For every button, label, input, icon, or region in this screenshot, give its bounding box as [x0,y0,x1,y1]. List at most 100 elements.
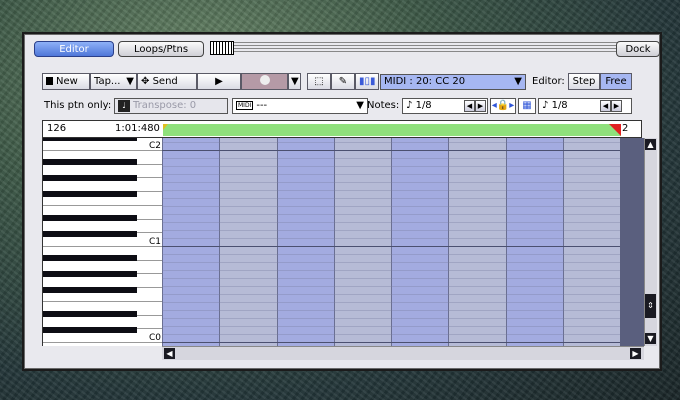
midi-badge: MIDI [236,101,254,110]
black-key[interactable] [43,327,137,333]
quantize-value: 1/8 [551,100,568,111]
send-label: Send [152,76,178,87]
grid-row-line [162,334,620,335]
midi-channel-select[interactable]: MIDI : 20: CC 20 ▼ [380,74,526,90]
quantize-next-button[interactable]: ▶ [611,100,622,112]
black-key[interactable] [43,159,137,165]
chevron-down-icon: ▼ [126,76,134,87]
bar-number-2: 2 [622,123,629,134]
snap-lock-button[interactable]: ◂🔒▸ [490,98,516,114]
eighth-note-icon: ♪ [406,100,413,111]
white-key-divider [43,342,163,343]
send-button[interactable]: ✥ Send [137,73,197,90]
grid-beat-column [162,138,220,346]
black-key[interactable] [43,231,137,237]
grid-beat-column [333,138,391,346]
scroll-up-button[interactable]: ▲ [645,139,656,150]
white-key-divider [43,204,163,206]
note-icon: ♩ [118,100,130,112]
play-button[interactable]: ▶ [197,73,241,90]
black-key[interactable] [43,287,137,293]
grid-row-line [162,326,620,327]
grid-row-line [162,302,620,303]
grid-beat-column [219,138,277,346]
lock-icon: ◂🔒▸ [491,100,515,111]
note-grid[interactable] [162,138,620,346]
grid-row-line [162,198,620,199]
quantize-prev-button[interactable]: ◀ [600,100,611,112]
grid-row-line [162,174,620,175]
horizontal-scrollbar[interactable]: ◀ ▶ [162,346,644,360]
grid-row-line [162,230,620,231]
timeline-ruler[interactable]: 126 1:01:480 2 [42,120,642,138]
new-button[interactable]: New [42,73,90,90]
black-key[interactable] [43,191,137,197]
grid-row-line [162,294,620,295]
note-length-prev-button[interactable]: ◀ [464,100,475,112]
grid-row-line [162,270,620,271]
black-key[interactable] [43,175,137,181]
position-readout: 126 [47,123,67,134]
piano-keyboard[interactable]: C2 C1 C0 [42,138,164,346]
select-tool-button[interactable]: ⬚ [307,73,331,90]
black-key[interactable] [43,271,137,277]
note-length-next-button[interactable]: ▶ [475,100,486,112]
grid-icon: ▦ [522,100,532,111]
record-options-dropdown[interactable]: ▼ [288,73,301,90]
vertical-scrollbar[interactable]: ▲ ⇕ ▼ [644,138,657,346]
time-readout: 1:01:480 [115,123,160,134]
keyboard-icon [210,41,234,55]
tap-label: Tap... [94,76,121,87]
loop-start-marker[interactable] [163,124,168,130]
grid-row-line [162,142,620,143]
velocity-tool-button[interactable]: ▮▯▮ [355,73,379,90]
grid-row-line [162,238,620,239]
note-length-value: 1/8 [415,100,432,111]
midi-output-value: --- [256,100,268,111]
midi-channel-value: MIDI : 20: CC 20 [384,76,466,87]
transpose-field[interactable]: ♩ Transpose: 0 [114,98,228,114]
scroll-down-button[interactable]: ▼ [645,333,656,344]
grid-toggle-button[interactable]: ▦ [518,98,536,114]
black-key[interactable] [43,215,137,221]
new-label: New [56,76,78,87]
play-icon: ▶ [215,76,223,87]
white-key-divider [43,150,163,151]
scroll-left-button[interactable]: ◀ [164,348,175,359]
loop-region[interactable] [163,124,621,136]
step-mode-button[interactable]: Step [568,73,600,90]
tab-editor[interactable]: Editor [34,41,114,57]
chevron-down-icon: ▼ [514,76,522,87]
record-button[interactable] [241,73,288,90]
drag-grip[interactable] [234,42,634,54]
black-key[interactable] [43,138,137,141]
black-key[interactable] [43,255,137,261]
dock-button[interactable]: Dock [616,41,660,57]
grid-row-line [162,278,620,279]
grid-row-line [162,214,620,215]
free-mode-button[interactable]: Free [600,73,632,90]
chevron-down-icon: ▼ [356,100,364,111]
pencil-icon: ✎ [338,76,348,87]
scroll-right-button[interactable]: ▶ [630,348,641,359]
grid-row-line [162,222,620,223]
eighth-note-icon: ♪ [542,100,549,111]
midi-output-select[interactable]: MIDI --- ▼ [232,98,368,114]
draw-tool-button[interactable]: ✎ [331,73,355,90]
chevron-down-icon: ▼ [291,76,299,87]
piano-roll-window: Editor Loops/Ptns Dock New Tap... ▼ ✥ Sen… [22,32,662,371]
grid-row-line [162,310,620,311]
new-icon [46,77,53,85]
tab-loops-ptns[interactable]: Loops/Ptns [118,41,204,57]
black-key[interactable] [43,311,137,317]
record-icon [259,75,270,85]
grid-octave-line [162,150,620,151]
grid-beat-column [448,138,506,346]
grid-row-line [162,286,620,287]
zoom-vertical-handle[interactable]: ⇕ [645,294,656,318]
grid-octave-line [162,342,620,343]
tap-dropdown[interactable]: Tap... ▼ [90,73,137,90]
grid-row-line [162,158,620,159]
loop-end-marker[interactable] [609,124,621,136]
grid-row-line [162,206,620,207]
